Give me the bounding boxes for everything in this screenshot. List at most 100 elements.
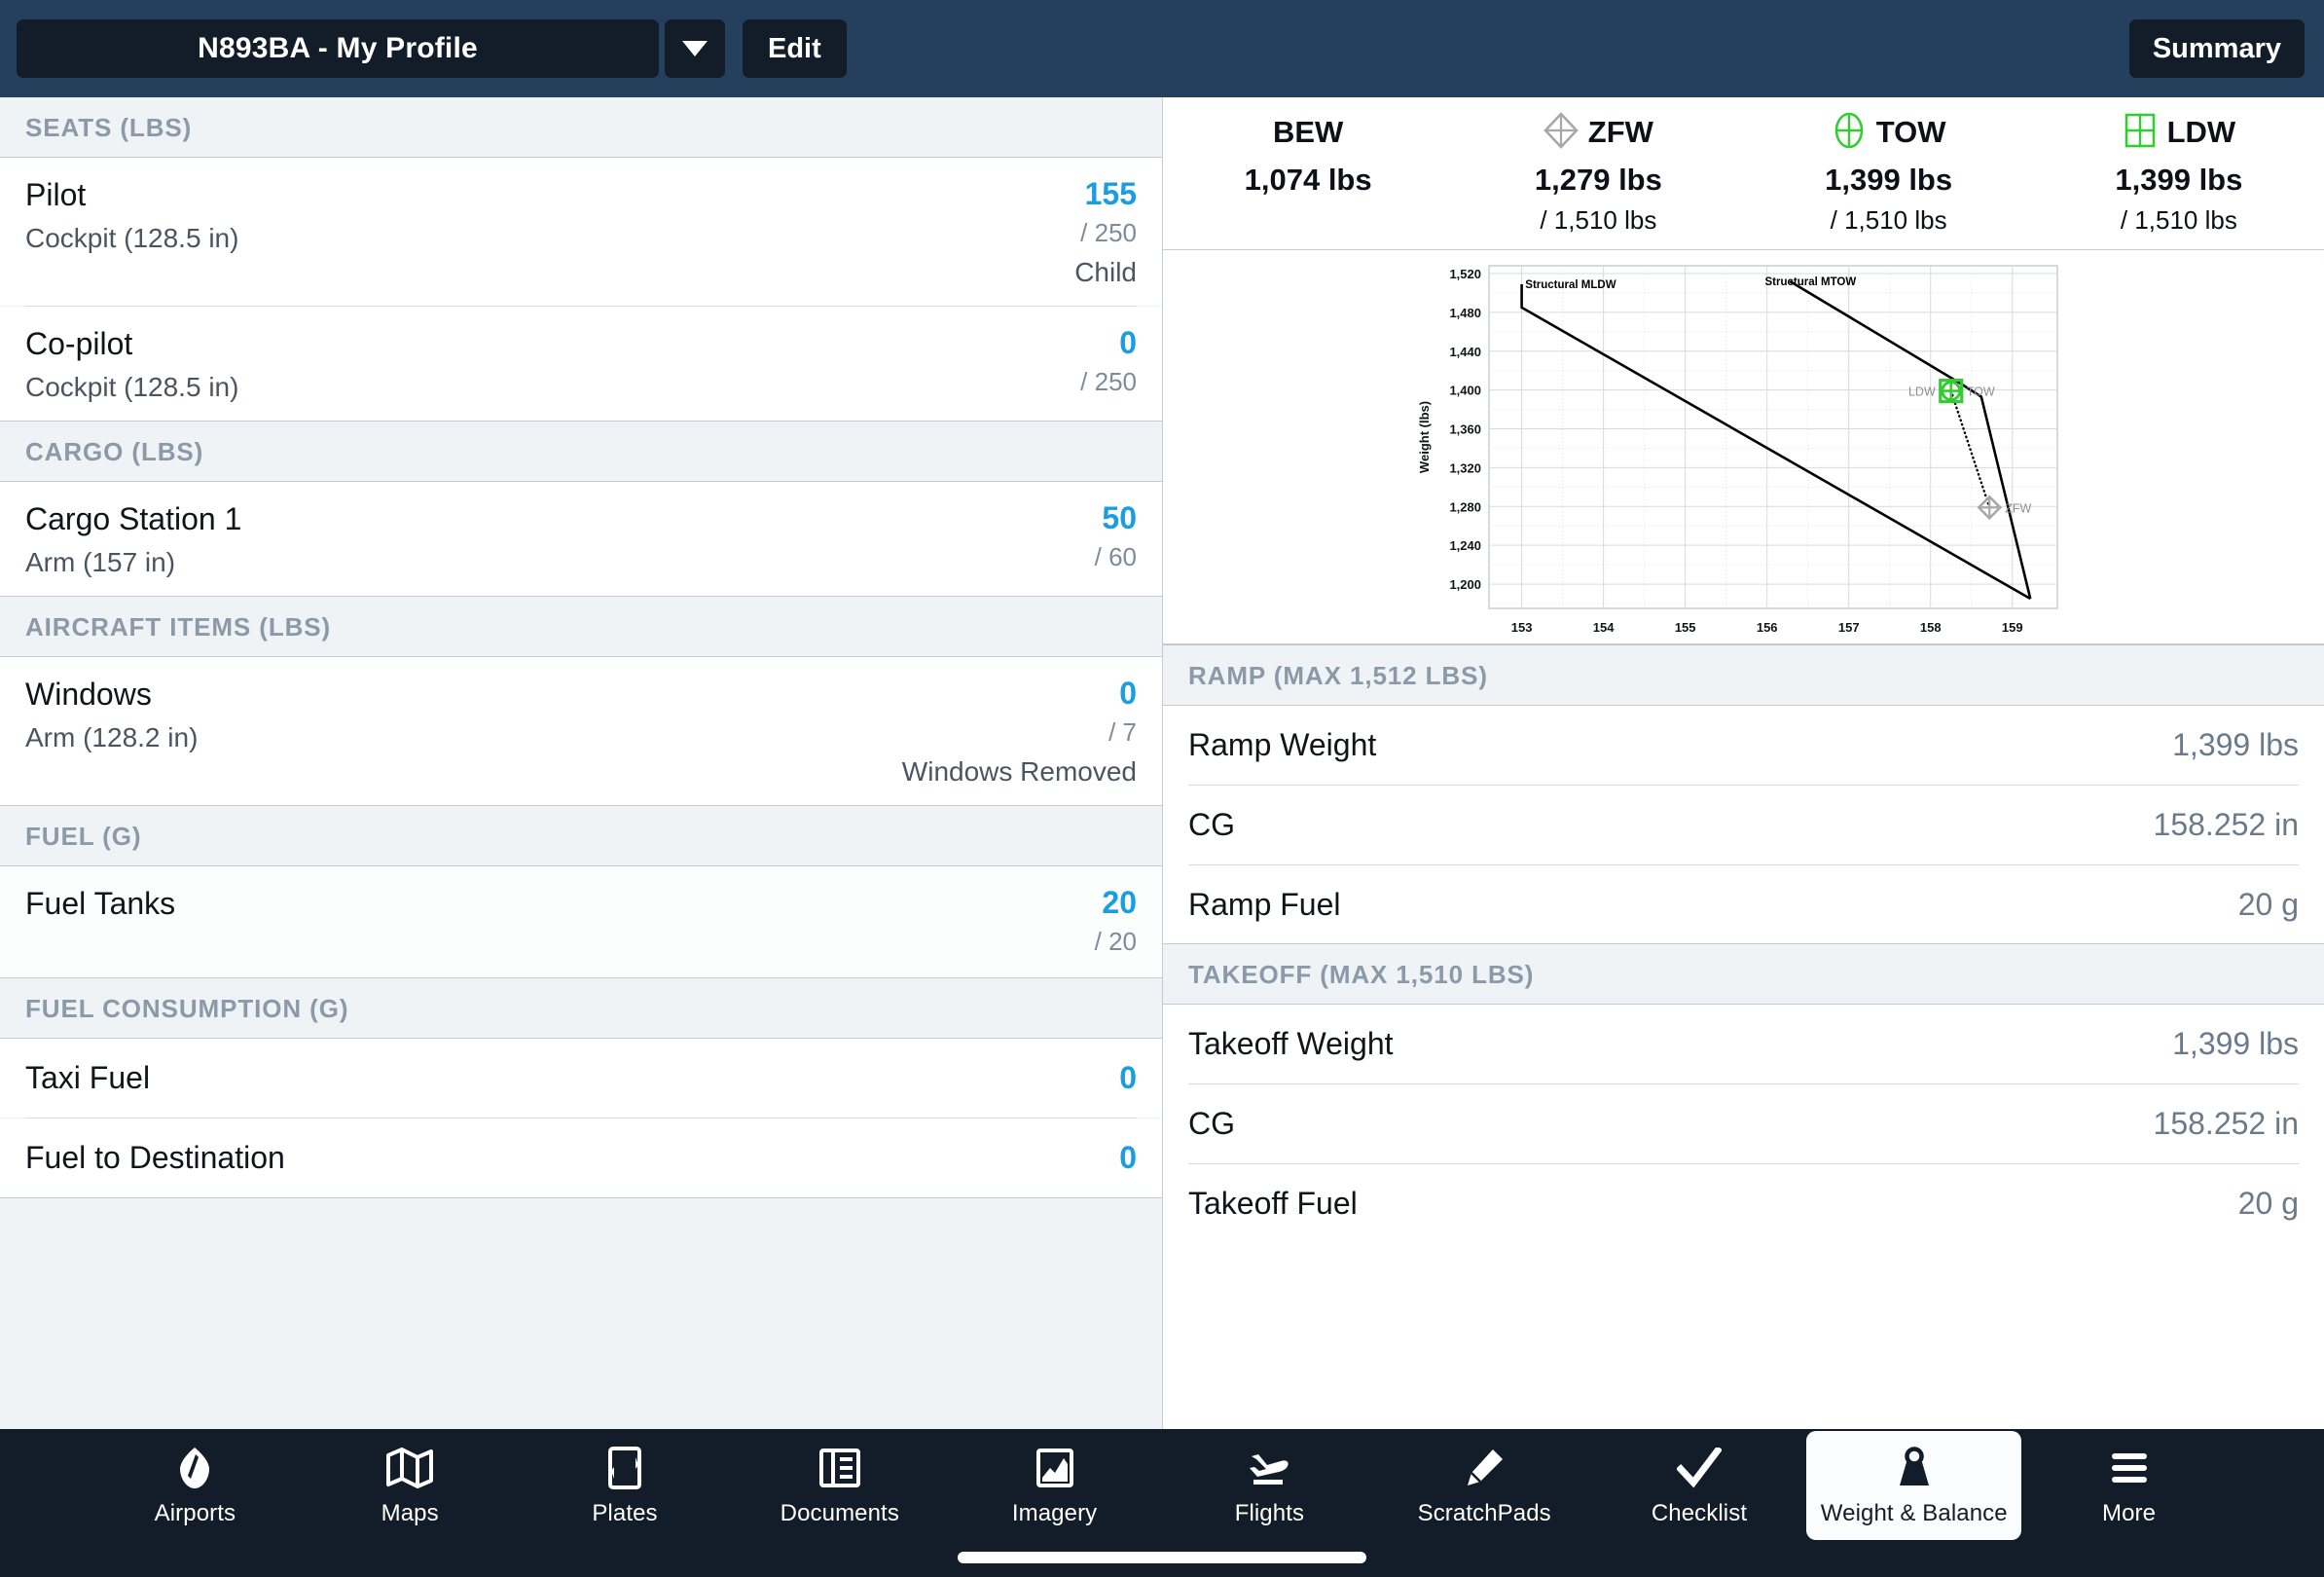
weight-summary-label: LDW (2166, 115, 2236, 149)
imagery-icon (1034, 1444, 1076, 1492)
cg-envelope-plot: 153 154 155 156 157 158 159 1,200 1,240 1,280 1,32… (1417, 265, 2058, 635)
checkmark-icon (1676, 1444, 1722, 1492)
svg-text:1,520: 1,520 (1449, 267, 1481, 281)
station-row-pilot[interactable]: Pilot Cockpit (128.5 in) 155 / 250 Child (0, 158, 1162, 306)
station-title: Cargo Station 1 (25, 500, 242, 536)
station-max: / 60 (1094, 542, 1137, 572)
result-label: Takeoff Weight (1188, 1026, 1394, 1062)
cg-envelope-chart[interactable]: 153 154 155 156 157 158 159 1,200 1,240 1,280 1,32… (1163, 250, 2324, 644)
tab-label: More (2102, 1500, 2157, 1526)
station-value[interactable]: 0 (1119, 1140, 1137, 1175)
tab-checklist[interactable]: Checklist (1592, 1431, 1807, 1540)
svg-text:159: 159 (2001, 620, 2022, 635)
tab-weight-and-balance[interactable]: Weight & Balance (1806, 1431, 2022, 1540)
station-note[interactable]: Child (1074, 257, 1137, 288)
svg-text:155: 155 (1674, 620, 1695, 635)
station-max: / 7 (1108, 717, 1137, 748)
tab-maps[interactable]: Maps (303, 1431, 518, 1540)
station-value[interactable]: 0 (1119, 325, 1137, 360)
profile-selector-group: N893BA - My Profile Edit (17, 19, 847, 78)
svg-text:1,320: 1,320 (1449, 460, 1481, 475)
station-max: / 20 (1094, 927, 1137, 957)
svg-text:158: 158 (1919, 620, 1941, 635)
edit-button[interactable]: Edit (743, 19, 847, 78)
result-row-takeoff-fuel: Takeoff Fuel 20 g (1163, 1163, 2324, 1243)
svg-text:LDW: LDW (1907, 385, 1935, 399)
station-row-labels: Windows Arm (128.2 in) (25, 677, 198, 753)
svg-text:1,240: 1,240 (1449, 538, 1481, 553)
summary-button[interactable]: Summary (2128, 19, 2305, 78)
section-header-fuel: FUEL (G) (0, 804, 1162, 866)
weight-summary-heading: ZFW (1543, 111, 1653, 154)
station-value[interactable]: 0 (1119, 1060, 1137, 1095)
station-row-fuel-to-destination[interactable]: Fuel to Destination 0 (0, 1118, 1162, 1197)
station-row-fuel-tanks[interactable]: Fuel Tanks 20 / 20 (0, 865, 1162, 977)
station-row-values: 20 / 20 (1094, 885, 1137, 957)
home-indicator (958, 1552, 1366, 1563)
result-row-takeoff-cg: CG 158.252 in (1163, 1084, 2324, 1163)
result-label: Takeoff Fuel (1188, 1185, 1358, 1221)
station-row-cargo-station-1[interactable]: Cargo Station 1 Arm (157 in) 50 / 60 (0, 481, 1162, 596)
svg-text:1,280: 1,280 (1449, 499, 1481, 514)
station-row-values: 0 / 7 Windows Removed (902, 676, 1137, 788)
result-row-takeoff-weight: Takeoff Weight 1,399 lbs (1163, 1005, 2324, 1084)
result-label: CG (1188, 806, 1235, 842)
weight-summary-label: BEW (1272, 115, 1344, 149)
tab-documents[interactable]: Documents (732, 1431, 947, 1540)
tab-label: Plates (592, 1500, 658, 1526)
tab-label: Weight & Balance (1820, 1500, 2008, 1526)
weight-summary-value: 1,074 lbs (1244, 163, 1372, 197)
svg-text:Weight (lbs): Weight (lbs) (1417, 401, 1432, 473)
svg-text:157: 157 (1837, 620, 1859, 635)
tab-scratchpads[interactable]: ScratchPads (1377, 1431, 1592, 1540)
weight-summary-label: ZFW (1587, 115, 1653, 149)
tab-plates[interactable]: Plates (518, 1431, 733, 1540)
result-label: CG (1188, 1106, 1235, 1142)
result-row-ramp-weight: Ramp Weight 1,399 lbs (1163, 706, 2324, 785)
weight-summary-ldw: LDW 1,399 lbs / 1,510 lbs (2034, 111, 2324, 249)
station-row-labels: Fuel to Destination (25, 1140, 285, 1176)
weight-balance-screen: N893BA - My Profile Edit Summary SEATS (… (0, 0, 2324, 1577)
weight-summary-max: / 1,510 lbs (1540, 205, 1657, 235)
map-icon (386, 1444, 434, 1492)
station-arm: Arm (157 in) (25, 546, 176, 577)
results-list[interactable]: RAMP (MAX 1,512 LBS) Ramp Weight 1,399 l… (1163, 644, 2324, 1429)
tab-flights[interactable]: Flights (1162, 1431, 1377, 1540)
tab-airports[interactable]: Airports (88, 1431, 303, 1540)
profile-label: N893BA - My Profile (198, 32, 478, 64)
station-value[interactable]: 155 (1085, 176, 1137, 211)
weight-icon (1893, 1444, 1936, 1492)
tab-imagery[interactable]: Imagery (947, 1431, 1162, 1540)
weight-summary-value: 1,279 lbs (1534, 163, 1662, 197)
station-note[interactable]: Windows Removed (902, 756, 1137, 788)
svg-text:ZFW: ZFW (2005, 501, 2031, 515)
station-value[interactable]: 0 (1119, 676, 1137, 711)
tab-label: Documents (780, 1500, 899, 1526)
bottom-tab-bar: Airports Maps Plates Documents Imagery F… (0, 1429, 2324, 1577)
profile-dropdown-button[interactable] (665, 19, 725, 78)
result-value: 1,399 lbs (2172, 727, 2299, 762)
station-row-taxi-fuel[interactable]: Taxi Fuel 0 (0, 1038, 1162, 1118)
station-row-labels: Cargo Station 1 Arm (157 in) (25, 501, 241, 578)
station-title: Co-pilot (25, 325, 133, 361)
station-value[interactable]: 20 (1102, 885, 1137, 920)
station-row-copilot[interactable]: Co-pilot Cockpit (128.5 in) 0 / 250 (0, 306, 1162, 421)
station-row-windows[interactable]: Windows Arm (128.2 in) 0 / 7 Windows Rem… (0, 656, 1162, 805)
weight-summary-max: / 1,510 lbs (1830, 205, 1947, 235)
section-header-ramp: RAMP (MAX 1,512 LBS) (1163, 644, 2324, 706)
tab-label: Airports (154, 1500, 236, 1526)
svg-text:1,360: 1,360 (1449, 422, 1481, 437)
weight-summary-value: 1,399 lbs (1825, 163, 1953, 197)
station-max: / 250 (1080, 367, 1137, 397)
tab-more[interactable]: More (2021, 1431, 2236, 1540)
station-title: Fuel Tanks (25, 885, 176, 921)
tab-label: ScratchPads (1417, 1500, 1551, 1526)
section-header-seats: SEATS (LBS) (0, 97, 1162, 158)
section-header-aircraft-items: AIRCRAFT ITEMS (LBS) (0, 595, 1162, 657)
station-value[interactable]: 50 (1102, 500, 1137, 535)
profile-select[interactable]: N893BA - My Profile (17, 19, 659, 78)
loading-stations-panel[interactable]: SEATS (LBS) Pilot Cockpit (128.5 in) 155… (0, 97, 1163, 1429)
station-row-values: 50 / 60 (1094, 500, 1137, 572)
svg-text:TOW: TOW (1966, 385, 1994, 399)
pencil-icon (1463, 1444, 1506, 1492)
